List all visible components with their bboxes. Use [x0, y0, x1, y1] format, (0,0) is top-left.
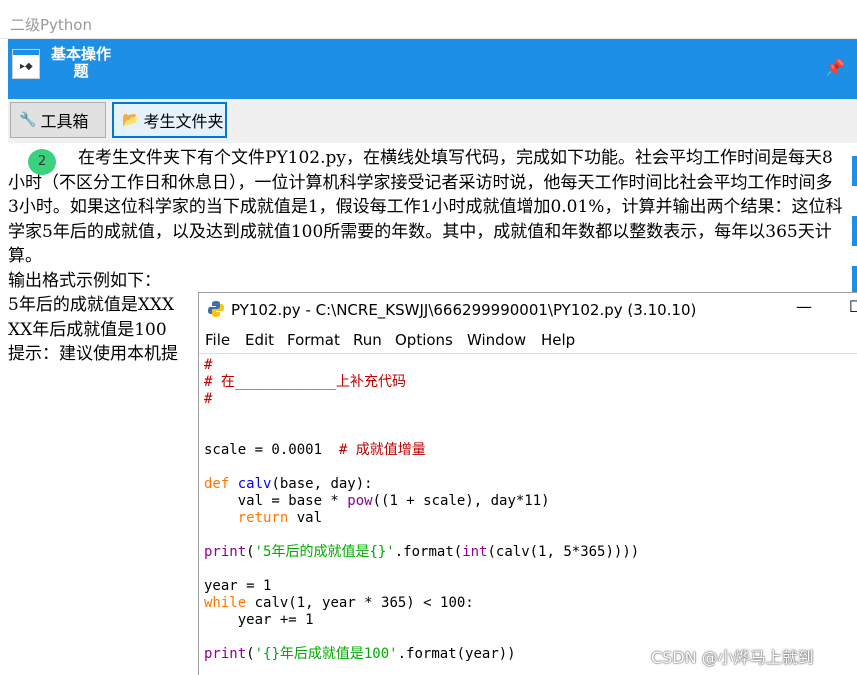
- minimize-icon[interactable]: —: [796, 297, 812, 316]
- code-comment: # 在____________上补充代码: [204, 374, 407, 390]
- toolbox-label: 工具箱: [40, 112, 89, 131]
- code-token: year += 1: [204, 612, 314, 628]
- app-titlebar: 二级Python: [0, 0, 857, 39]
- code-token: (: [246, 544, 255, 560]
- code-string: '{}年后成就值是100': [254, 646, 398, 662]
- question-paragraph: 在考生文件夹下有个文件PY102.py，在横线处填写代码，完成如下功能。社会平均…: [8, 146, 843, 269]
- code-comment: # 成就值增量: [338, 442, 426, 458]
- code-string: '5年后的成就值是{}': [254, 544, 395, 560]
- toolbar: 🔧 工具箱 📂 考生文件夹: [8, 99, 857, 143]
- folder-icon: 📂: [122, 112, 140, 128]
- page-title: 基本操作题: [50, 45, 111, 80]
- code-function-name: calv: [237, 476, 272, 492]
- code-comment: #: [204, 391, 213, 407]
- menu-help[interactable]: Help: [541, 331, 575, 349]
- code-token: year = 1: [204, 578, 272, 594]
- code-keyword: while: [204, 595, 247, 611]
- idle-titlebar[interactable]: PY102.py - C:\NCRE_KSWJJ\666299990001\PY…: [199, 293, 857, 327]
- menu-options[interactable]: Options: [395, 331, 453, 349]
- code-token: ((1 + scale), day*11): [372, 493, 550, 509]
- code-token: val = base *: [204, 493, 348, 509]
- pin-icon[interactable]: 📌: [825, 58, 845, 77]
- code-builtin: print: [204, 544, 247, 560]
- code-token: val: [288, 510, 323, 526]
- idle-editor-window[interactable]: PY102.py - C:\NCRE_KSWJJ\666299990001\PY…: [198, 292, 857, 675]
- code-builtin: print: [204, 646, 247, 662]
- idle-window-title: PY102.py - C:\NCRE_KSWJJ\666299990001\PY…: [231, 301, 697, 319]
- exam-folder-button[interactable]: 📂 考生文件夹: [112, 102, 227, 138]
- code-token: (base, day):: [271, 476, 373, 492]
- question-number-badge: 2: [28, 149, 56, 175]
- code-builtin: pow: [347, 493, 373, 509]
- window-icon: ▸◆: [12, 49, 40, 79]
- code-token: calv(1, year * 365) < 100:: [246, 595, 474, 611]
- idle-menubar: File Edit Format Run Options Window Help: [199, 327, 857, 354]
- code-token: scale = 0.0001: [204, 442, 339, 458]
- python-icon: [208, 301, 224, 317]
- menu-format[interactable]: Format: [287, 331, 340, 349]
- code-token: (calv(1, 5*365)))): [487, 544, 640, 560]
- header-bar: ▸◆ 基本操作题 📌: [8, 39, 857, 99]
- code-keyword: return: [237, 510, 289, 526]
- question-text: 在考生文件夹下有个文件PY102.py，在横线处填写代码，完成如下功能。社会平均…: [8, 148, 843, 266]
- maximize-icon[interactable]: ☐: [849, 297, 857, 316]
- code-token: .format(: [394, 544, 463, 560]
- toolbox-button[interactable]: 🔧 工具箱: [10, 102, 106, 138]
- wrench-icon: 🔧: [19, 112, 37, 128]
- output-format-heading: 输出格式示例如下：: [8, 270, 161, 291]
- menu-run[interactable]: Run: [353, 331, 382, 349]
- code-token: (: [246, 646, 255, 662]
- code-comment: #: [204, 357, 213, 373]
- code-editor[interactable]: # # 在____________上补充代码 # scale = 0.0001 …: [204, 357, 639, 663]
- exam-folder-label: 考生文件夹: [143, 112, 224, 131]
- menu-file[interactable]: File: [205, 331, 230, 349]
- watermark: CSDN @小烨马上就到: [651, 648, 814, 667]
- code-token: .format(year)): [397, 646, 516, 662]
- menu-edit[interactable]: Edit: [245, 331, 274, 349]
- code-builtin: int: [462, 544, 488, 560]
- app-title: 二级Python: [10, 16, 92, 34]
- code-keyword: def: [204, 476, 230, 492]
- menu-window[interactable]: Window: [467, 331, 526, 349]
